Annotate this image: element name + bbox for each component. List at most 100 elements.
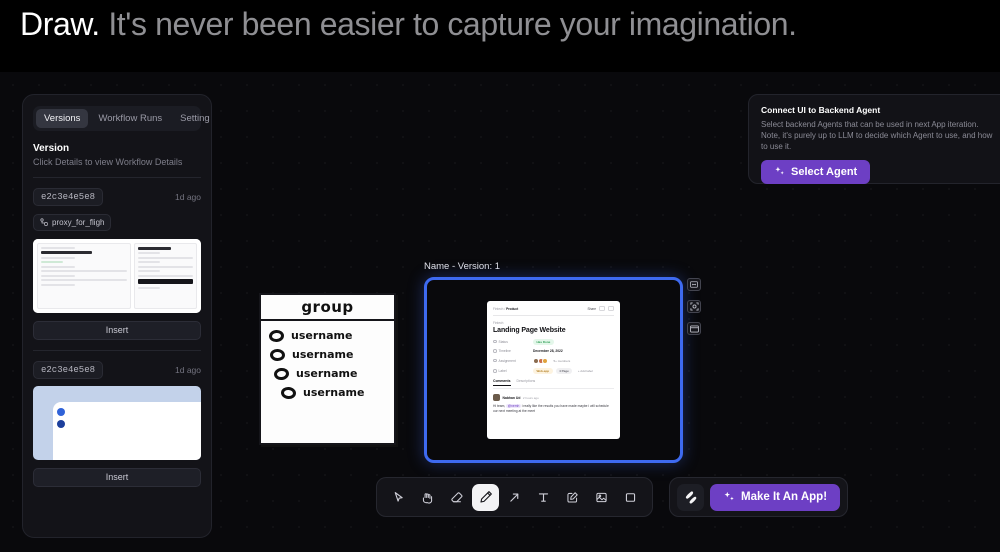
sketch-wireframe-card[interactable]: group username username username usernam… (259, 293, 396, 445)
note-edit-icon (567, 491, 578, 503)
meta-value: 5+ members (533, 357, 571, 364)
sketch-row-label: username (303, 386, 365, 399)
meta-value: December 28, 2022 (533, 349, 563, 353)
hand-drawn-checkbox-icon (269, 348, 286, 361)
tab-comments[interactable]: Comments (493, 379, 511, 386)
sketch-row-label: username (292, 348, 354, 361)
pencil-tool[interactable] (472, 483, 499, 511)
app-canvas-frame: Versions Workflow Runs Setting Version C… (0, 72, 1000, 552)
sketch-title: group (301, 298, 354, 316)
tab-workflow-runs[interactable]: Workflow Runs (90, 109, 170, 128)
sketch-row: username (268, 328, 394, 343)
meta-key: Status (493, 340, 533, 344)
make-it-an-app-button[interactable]: Make It An App! (710, 483, 841, 511)
pencil-icon (479, 491, 492, 503)
preview-meta-row: Timeline December 28, 2022 (493, 349, 614, 353)
cursor-select-icon (394, 491, 403, 502)
person-icon (493, 358, 497, 363)
cursor-select-tool[interactable] (385, 484, 412, 511)
tab-descriptions[interactable]: Descriptions (517, 379, 536, 386)
image-tool[interactable] (588, 484, 615, 511)
hand-drawn-checkbox-icon (273, 366, 290, 381)
eraser-icon (451, 491, 463, 502)
insert-button[interactable]: Insert (33, 467, 201, 487)
comment-time: 2 hours ago (522, 395, 539, 400)
meta-key: Label (493, 369, 533, 373)
fit-to-screen-icon[interactable] (687, 300, 701, 313)
make-it-an-app-label: Make It An App! (741, 491, 828, 503)
version-thumbnail[interactable] (33, 385, 201, 460)
version-timestamp: 1d ago (175, 192, 201, 202)
agent-panel-title: Connect UI to Backend Agent (761, 105, 881, 115)
text-tool[interactable] (530, 484, 557, 511)
version-timestamp: 1d ago (175, 364, 201, 375)
preview-title: Landing Page Website (493, 326, 566, 334)
arrow-tool[interactable] (501, 484, 528, 511)
select-agent-label: Select Agent (791, 165, 858, 178)
select-agent-button[interactable]: Select Agent (761, 159, 871, 184)
sparkles-icon (724, 491, 734, 501)
sidebar-section-title: Version (33, 143, 70, 154)
tag-icon (493, 369, 497, 373)
version-hash[interactable]: e2c3e4e5e8 (33, 188, 104, 206)
sketch-row-label: username (296, 367, 358, 380)
more-options-icon (608, 306, 614, 311)
preview-meta-row: Label Web-app 4 Page + Add label (493, 368, 614, 374)
preview-meta-row: Status Has Done (493, 338, 614, 345)
breadcrumb-parent: Fintech (493, 306, 504, 311)
preview-breadcrumb: Fintech / Product (493, 306, 519, 311)
eraser-tool[interactable] (443, 484, 470, 511)
tab-versions[interactable]: Versions (36, 109, 89, 128)
rectangle-tool[interactable] (617, 484, 644, 511)
add-label-button[interactable]: + Add label (578, 369, 593, 373)
selected-preview-card[interactable]: Fintech / Product Share Fintech Landing … (424, 277, 683, 463)
workflow-tag-label: proxy_for_fligh (52, 217, 105, 227)
tab-setting[interactable]: Setting (172, 109, 218, 128)
hand-pan-tool[interactable] (414, 484, 441, 511)
version-hash[interactable]: e2c3e4e5e8 (33, 360, 104, 379)
sketch-row: username (280, 385, 394, 400)
rectangle-icon (625, 492, 636, 502)
version-header-row: e2c3e4e5e8 1d ago (33, 360, 201, 379)
comment-body: Hi team, @nemh i really like the results… (493, 404, 614, 414)
version-item: e2c3e4e5e8 1d ago proxy_for_fligh Insert (33, 188, 201, 340)
sparkles-icon (775, 166, 784, 175)
brand-logo-icon[interactable] (677, 483, 704, 511)
meta-key: Assignment (493, 359, 533, 363)
comment-mention[interactable]: @nemh (506, 404, 521, 408)
comment-text-before: Hi team, (493, 404, 506, 408)
app-preview-mockup: Fintech / Product Share Fintech Landing … (487, 301, 620, 439)
insert-button[interactable]: Insert (33, 320, 201, 340)
arrow-icon (510, 493, 519, 502)
status-badge: Has Done (533, 338, 554, 345)
member-count: 5+ members (553, 358, 571, 363)
frame-resize-icon[interactable] (687, 278, 701, 291)
sketch-row: username (273, 366, 394, 381)
avatar (542, 357, 548, 364)
sidebar-divider-2 (33, 349, 201, 351)
headline-strong: Draw. (20, 6, 100, 42)
version-thumbnail[interactable] (33, 238, 201, 313)
workflow-tag[interactable]: proxy_for_fligh (33, 213, 112, 231)
card-side-tools (687, 278, 701, 335)
hand-drawn-checkbox-icon (280, 385, 297, 400)
preview-topbar: Fintech / Product Share (493, 306, 614, 316)
preview-kicker: Fintech (493, 321, 504, 325)
make-app-group: Make It An App! (669, 477, 849, 517)
version-header-row: e2c3e4e5e8 1d ago (33, 188, 201, 206)
edit-icon (599, 306, 605, 311)
app-root: Draw. It's never been easier to capture … (0, 0, 1000, 552)
sidebar-divider (33, 177, 201, 178)
note-edit-tool[interactable] (559, 484, 586, 511)
calendar-icon (493, 349, 497, 353)
preview-topbar-actions: Share (587, 306, 614, 311)
sketch-row-list: username username username username (261, 321, 394, 400)
version-item: e2c3e4e5e8 1d ago Insert (33, 360, 201, 487)
label-chip: Web-app (533, 368, 553, 374)
sketch-title-bar: group (261, 295, 394, 321)
avatar-stack (533, 357, 548, 364)
browser-frame-icon[interactable] (687, 322, 701, 335)
text-icon (538, 492, 549, 502)
avatar (493, 394, 500, 401)
label-chip: 4 Page (555, 368, 573, 374)
